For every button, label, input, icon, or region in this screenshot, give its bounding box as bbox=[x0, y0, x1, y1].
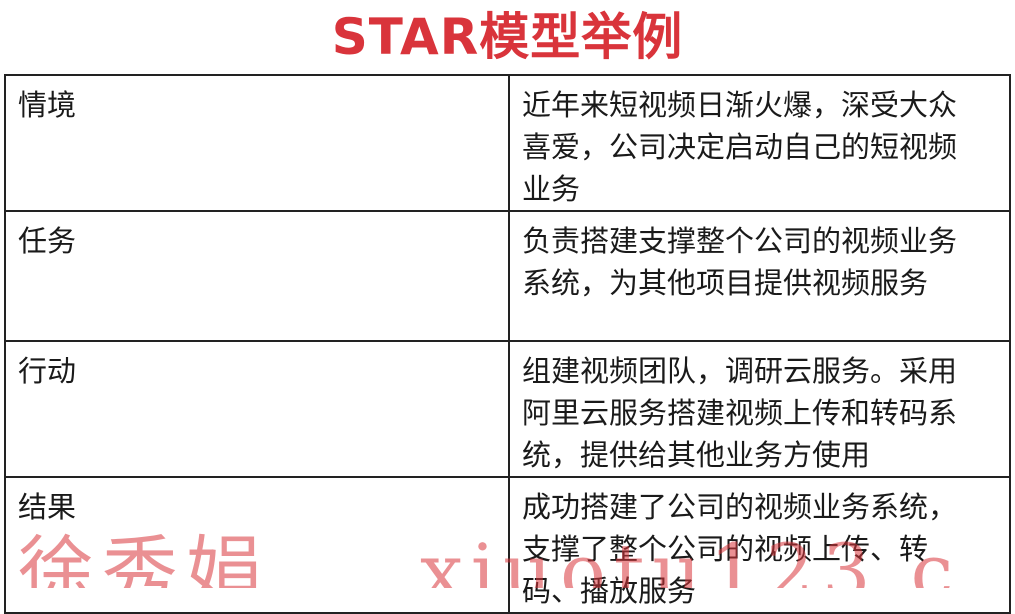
row-label: 任务 bbox=[4, 210, 510, 342]
row-label: 情境 bbox=[4, 74, 510, 212]
page-title: STAR模型举例 bbox=[331, 8, 684, 66]
row-label: 结果 bbox=[4, 476, 510, 614]
table-row: 结果 成功搭建了公司的视频业务系统，支撑了整个公司的视频上传、转码、播放服务 bbox=[4, 476, 1011, 614]
row-content: 成功搭建了公司的视频业务系统，支撑了整个公司的视频上传、转码、播放服务 bbox=[508, 476, 1011, 614]
star-table: 情境 近年来短视频日渐火爆，深受大众喜爱，公司决定启动自己的短视频业务 任务 负… bbox=[4, 74, 1011, 614]
table-row: 情境 近年来短视频日渐火爆，深受大众喜爱，公司决定启动自己的短视频业务 bbox=[4, 74, 1011, 212]
table-row: 任务 负责搭建支撑整个公司的视频业务系统，为其他项目提供视频服务 bbox=[4, 210, 1011, 342]
row-content: 组建视频团队，调研云服务。采用阿里云服务搭建视频上传和转码系统，提供给其他业务方… bbox=[508, 340, 1011, 478]
row-content: 近年来短视频日渐火爆，深受大众喜爱，公司决定启动自己的短视频业务 bbox=[508, 74, 1011, 212]
table-row: 行动 组建视频团队，调研云服务。采用阿里云服务搭建视频上传和转码系统，提供给其他… bbox=[4, 340, 1011, 478]
row-label: 行动 bbox=[4, 340, 510, 478]
row-content: 负责搭建支撑整个公司的视频业务系统，为其他项目提供视频服务 bbox=[508, 210, 1011, 342]
